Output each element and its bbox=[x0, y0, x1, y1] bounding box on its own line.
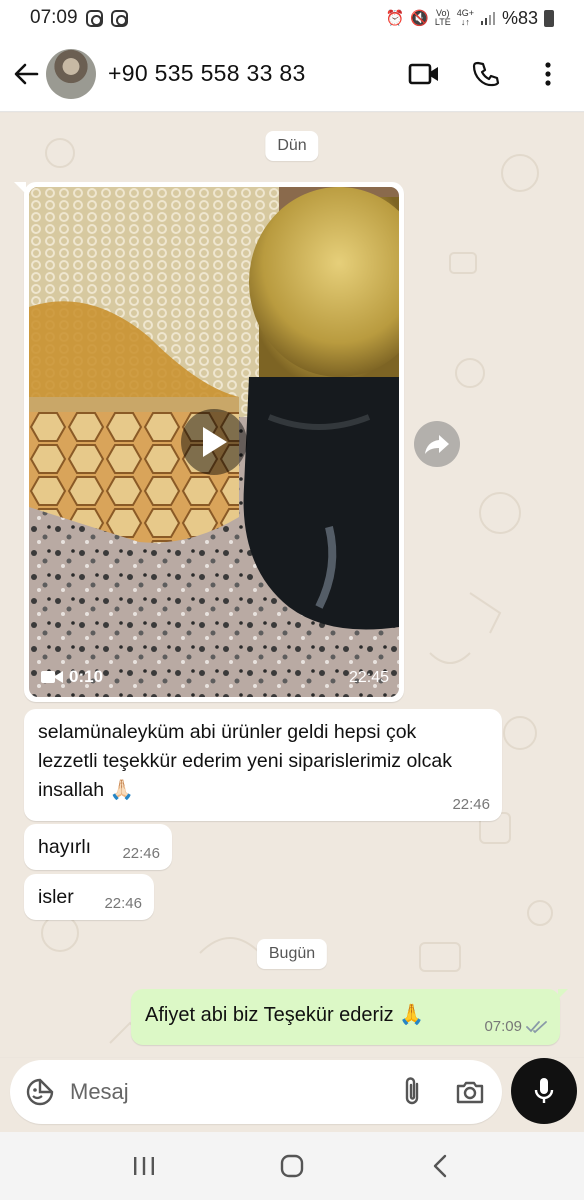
data-indicator: 4G+ ↓↑ bbox=[456, 8, 474, 27]
read-ticks-icon bbox=[526, 1020, 547, 1033]
message-time: 22:46 bbox=[122, 845, 160, 862]
message-bubble-outgoing[interactable]: Afiyet abi biz Teşekür ederiz 🙏 07:09 bbox=[131, 989, 568, 1045]
system-navigation-bar bbox=[0, 1132, 584, 1200]
message-text: selamünaleyküm abi ürünler geldi hepsi ç… bbox=[38, 721, 452, 801]
more-options-icon[interactable] bbox=[530, 56, 566, 92]
volte-indicator: Vo) LTE bbox=[434, 8, 451, 27]
camera-icon[interactable] bbox=[452, 1074, 488, 1110]
date-separator-today: Bugün bbox=[256, 939, 328, 969]
message-bubble[interactable]: hayırlı 22:46 bbox=[24, 824, 172, 870]
video-call-icon[interactable] bbox=[406, 56, 442, 92]
microphone-icon[interactable] bbox=[511, 1058, 577, 1124]
contact-name[interactable]: +90 535 558 33 83 bbox=[108, 60, 306, 87]
play-icon[interactable] bbox=[181, 409, 247, 475]
alarm-icon: ⏰ bbox=[385, 10, 405, 27]
chat-area[interactable]: Dün 0:10 22:45 selamünaleyküm abi ürünle… bbox=[0, 113, 584, 1057]
battery-percent: %83 bbox=[501, 7, 538, 28]
message-bubble[interactable]: selamünaleyküm abi ürünler geldi hepsi ç… bbox=[24, 709, 502, 821]
message-composer bbox=[0, 1058, 584, 1132]
back-arrow-icon[interactable] bbox=[6, 54, 46, 94]
instagram-notification-icon bbox=[110, 9, 128, 27]
message-time: 22:45 bbox=[348, 669, 389, 686]
bubble-tail bbox=[558, 989, 568, 999]
video-thumbnail[interactable]: 0:10 22:45 bbox=[29, 187, 399, 697]
status-time: 07:09 bbox=[30, 7, 78, 28]
video-message[interactable]: 0:10 22:45 bbox=[14, 182, 404, 702]
signal-icon bbox=[480, 12, 495, 25]
message-input[interactable] bbox=[70, 1079, 350, 1105]
attach-icon[interactable] bbox=[394, 1074, 430, 1110]
message-time-status: 07:09 bbox=[484, 1018, 548, 1035]
instagram-notification-icon bbox=[85, 9, 103, 27]
contact-avatar[interactable] bbox=[46, 48, 96, 99]
video-duration: 0:10 bbox=[41, 667, 103, 687]
message-time: 22:46 bbox=[452, 796, 490, 813]
date-separator-yesterday: Dün bbox=[265, 131, 319, 161]
status-bar: 07:09 ⏰ 🔇 Vo) LTE 4G+ ↓↑ %83 bbox=[0, 0, 584, 36]
forward-icon[interactable] bbox=[414, 421, 460, 467]
video-camera-icon bbox=[41, 671, 63, 683]
voice-call-icon[interactable] bbox=[468, 56, 504, 92]
message-input-container[interactable] bbox=[10, 1060, 502, 1124]
back-nav-icon[interactable] bbox=[418, 1144, 462, 1188]
message-bubble[interactable]: isler 22:46 bbox=[24, 874, 154, 920]
emoji-sticker-icon[interactable] bbox=[22, 1074, 58, 1110]
battery-icon bbox=[544, 9, 554, 27]
recent-apps-icon[interactable] bbox=[122, 1144, 166, 1188]
home-icon[interactable] bbox=[270, 1144, 314, 1188]
message-time: 22:46 bbox=[104, 895, 142, 912]
chat-header: +90 535 558 33 83 bbox=[0, 36, 584, 112]
mute-icon: 🔇 bbox=[410, 10, 429, 27]
